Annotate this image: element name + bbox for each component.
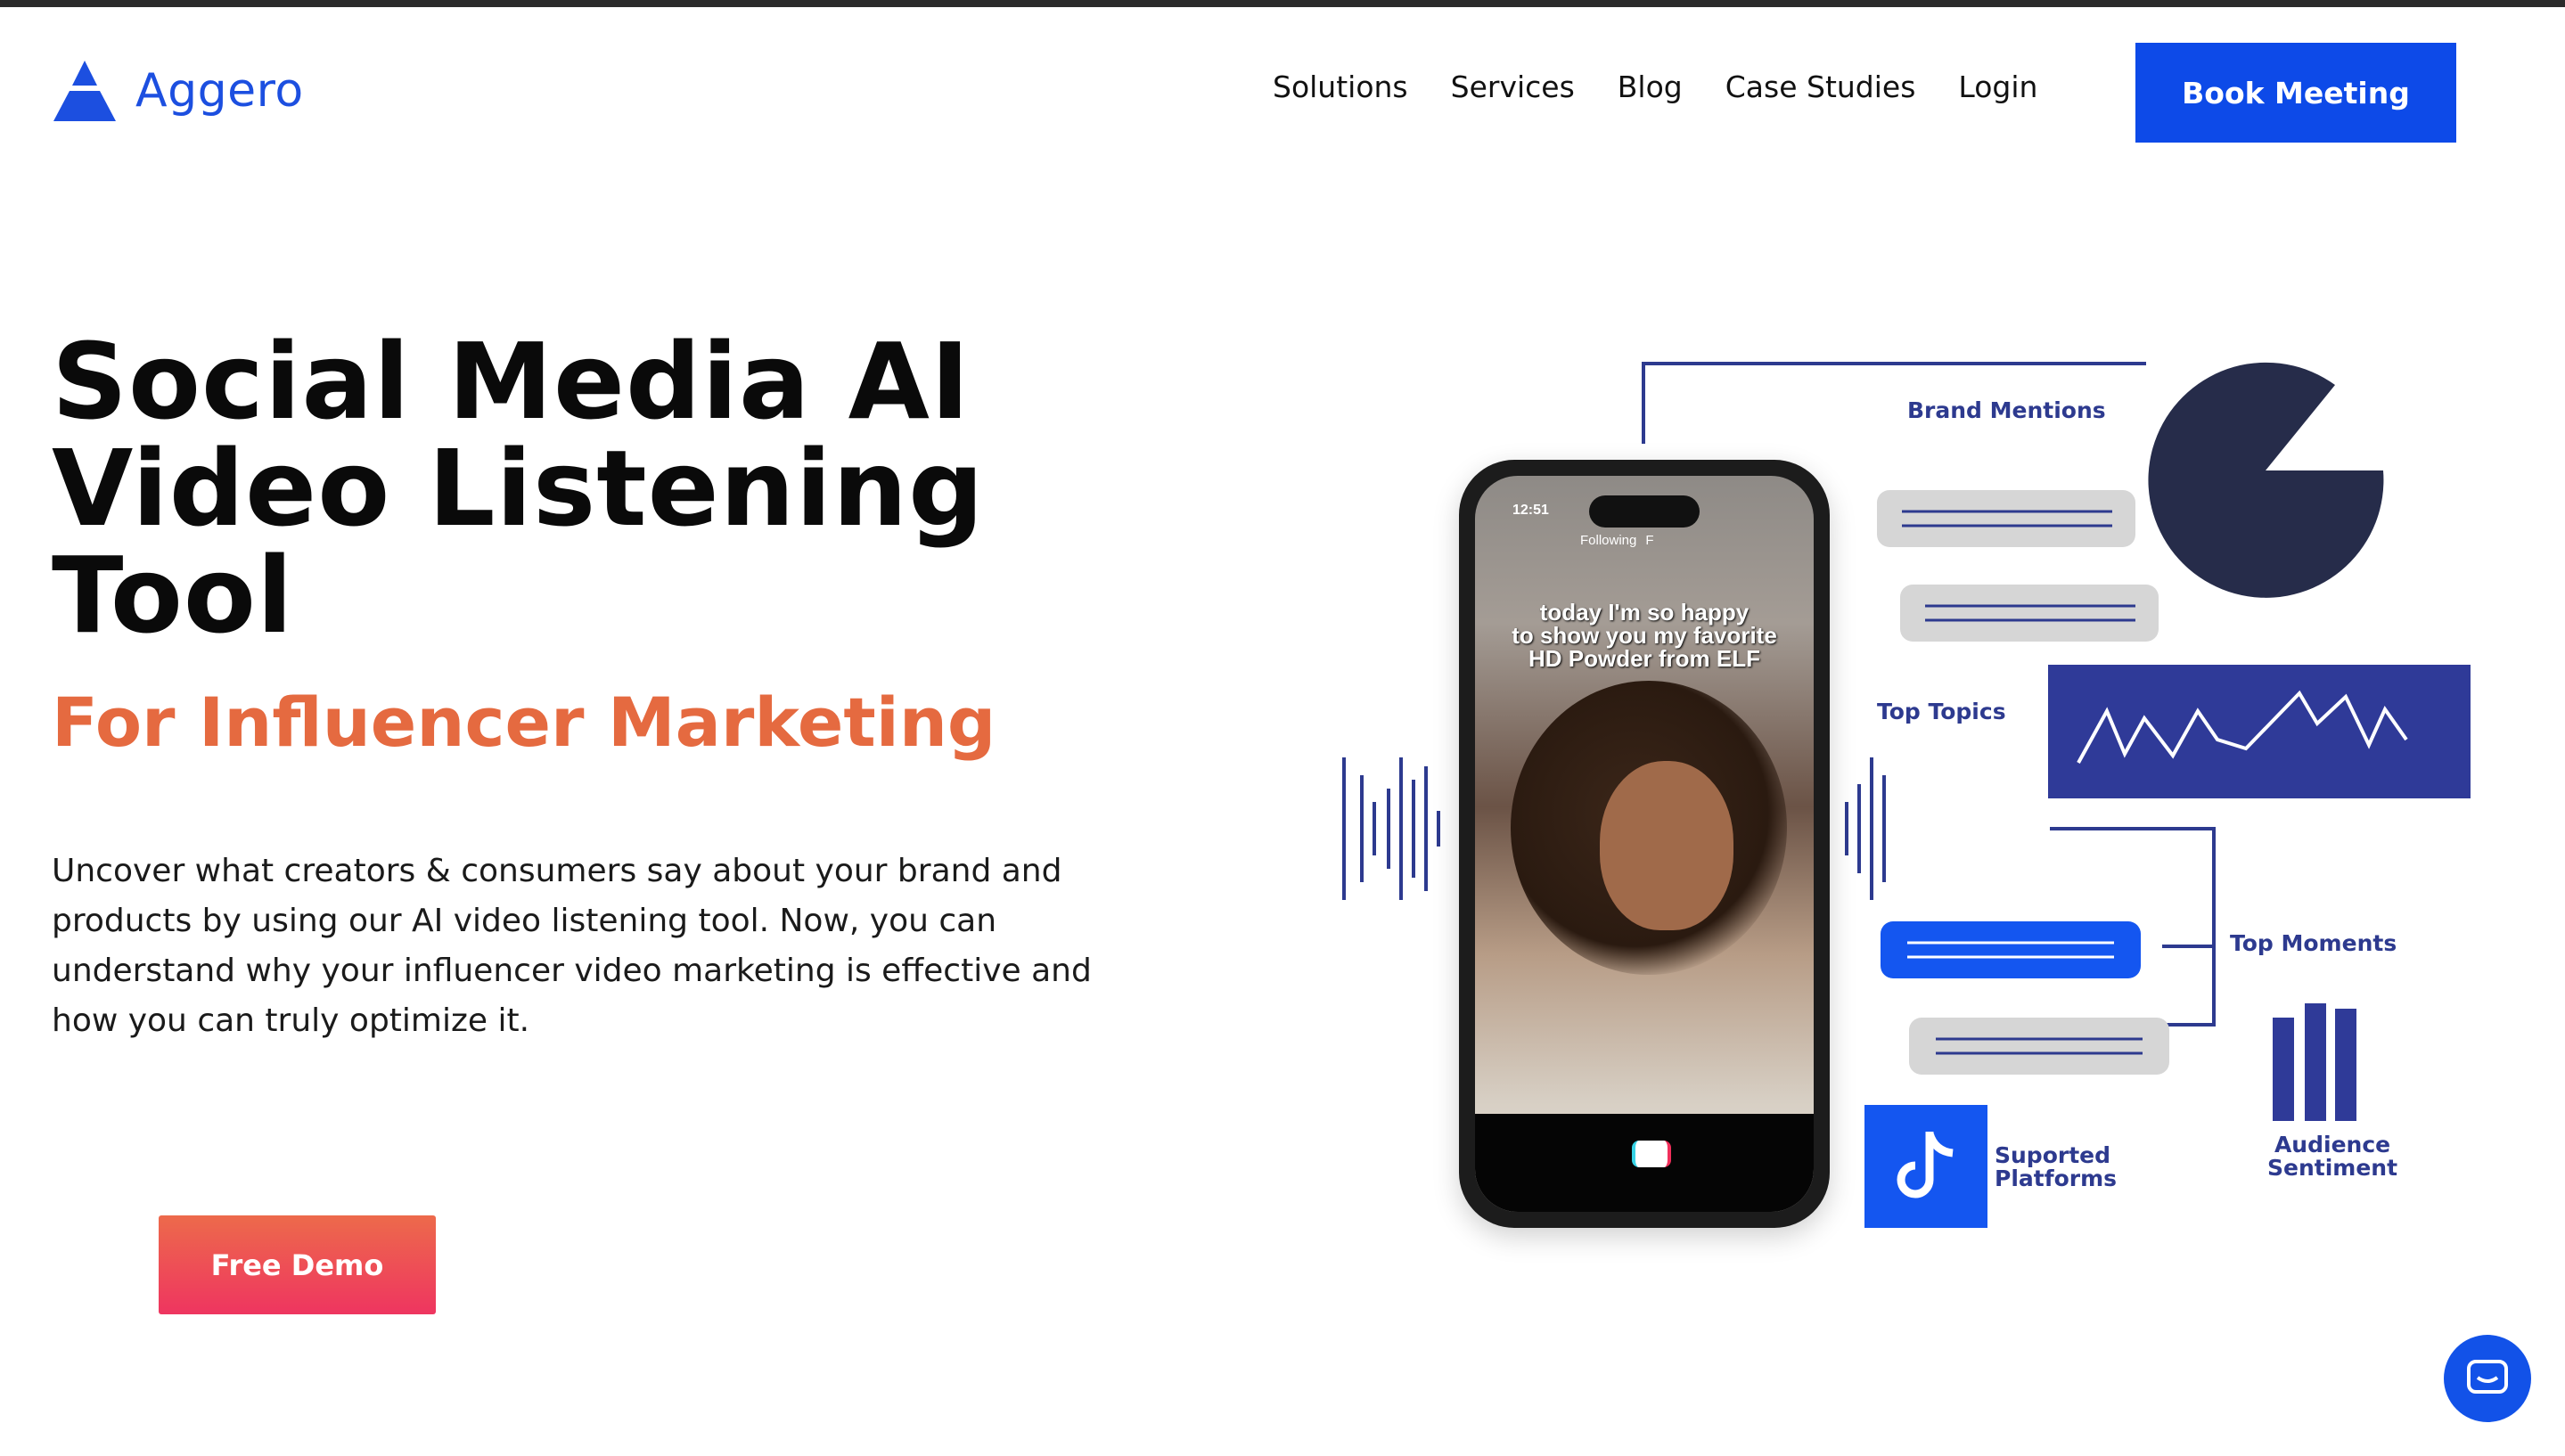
nav-blog[interactable]: Blog bbox=[1618, 70, 1683, 104]
phone-time: 12:51 bbox=[1512, 503, 1549, 518]
nav-case-studies[interactable]: Case Studies bbox=[1725, 70, 1916, 104]
top-moments-label: Top Moments bbox=[2230, 930, 2397, 956]
nav-services[interactable]: Services bbox=[1451, 70, 1575, 104]
sound-wave-left-icon bbox=[1342, 757, 1440, 900]
create-icon bbox=[1632, 1141, 1671, 1167]
video-caption-line: to show you my favorite bbox=[1512, 622, 1777, 649]
phone-tab-following: Following bbox=[1580, 533, 1637, 548]
video-face bbox=[1600, 761, 1733, 930]
hero-title-line: Social Media AI bbox=[52, 320, 971, 443]
hero-title-line: Video Listening bbox=[52, 427, 985, 550]
top-topics-label: Top Topics bbox=[1877, 699, 2006, 724]
audience-sentiment-line: Audience bbox=[2274, 1132, 2391, 1157]
hero-title-line: Tool bbox=[52, 534, 294, 657]
supported-platforms-line: Platforms bbox=[1995, 1166, 2118, 1191]
tiktok-icon bbox=[1864, 1105, 1987, 1228]
nav-solutions[interactable]: Solutions bbox=[1273, 70, 1408, 104]
logo-text: Aggero bbox=[135, 64, 304, 118]
phone-tab-for-you: F bbox=[1645, 533, 1654, 548]
audience-sentiment-label: Audience Sentiment bbox=[2267, 1133, 2397, 1180]
video-caption-line: HD Powder from ELF bbox=[1528, 645, 1760, 672]
phone-feed-tabs: Following F bbox=[1580, 533, 1654, 548]
hero-description: Uncover what creators & consumers say ab… bbox=[52, 853, 1092, 1039]
pie-chart-icon bbox=[2148, 362, 2384, 598]
phone-notch bbox=[1589, 495, 1700, 528]
chat-icon[interactable] bbox=[2444, 1335, 2531, 1422]
hero-subtitle: For Influencer Marketing bbox=[52, 683, 996, 762]
phone-screen: 12:51 Following F today I'm so happy to … bbox=[1475, 476, 1814, 1212]
sound-wave-right-icon bbox=[1845, 757, 1886, 900]
free-demo-button[interactable]: Free Demo bbox=[159, 1215, 436, 1314]
supported-platforms-label: Suported Platforms bbox=[1995, 1144, 2117, 1190]
logo[interactable]: Aggero bbox=[52, 59, 304, 123]
video-caption: today I'm so happy to show you my favori… bbox=[1493, 601, 1796, 670]
nav-login[interactable]: Login bbox=[1958, 70, 2037, 104]
logo-mark-icon bbox=[53, 61, 116, 121]
topics-chart-panel bbox=[2048, 665, 2471, 798]
video-caption-line: today I'm so happy bbox=[1539, 599, 1750, 626]
window-top-strip bbox=[0, 0, 2565, 7]
book-meeting-button[interactable]: Book Meeting bbox=[2135, 43, 2456, 143]
main-nav: Solutions Services Blog Case Studies Log… bbox=[1273, 70, 2037, 104]
phone-mockup: 12:51 Following F today I'm so happy to … bbox=[1459, 460, 1830, 1228]
supported-platforms-line: Suported bbox=[1995, 1142, 2111, 1168]
brand-mentions-label: Brand Mentions bbox=[1907, 397, 2106, 423]
hero-title: Social Media AI Video Listening Tool bbox=[52, 328, 1121, 649]
audience-sentiment-line: Sentiment bbox=[2267, 1155, 2398, 1181]
hero-illustration: Brand Mentions Top Topics Top Moments Au… bbox=[1319, 339, 2478, 1247]
